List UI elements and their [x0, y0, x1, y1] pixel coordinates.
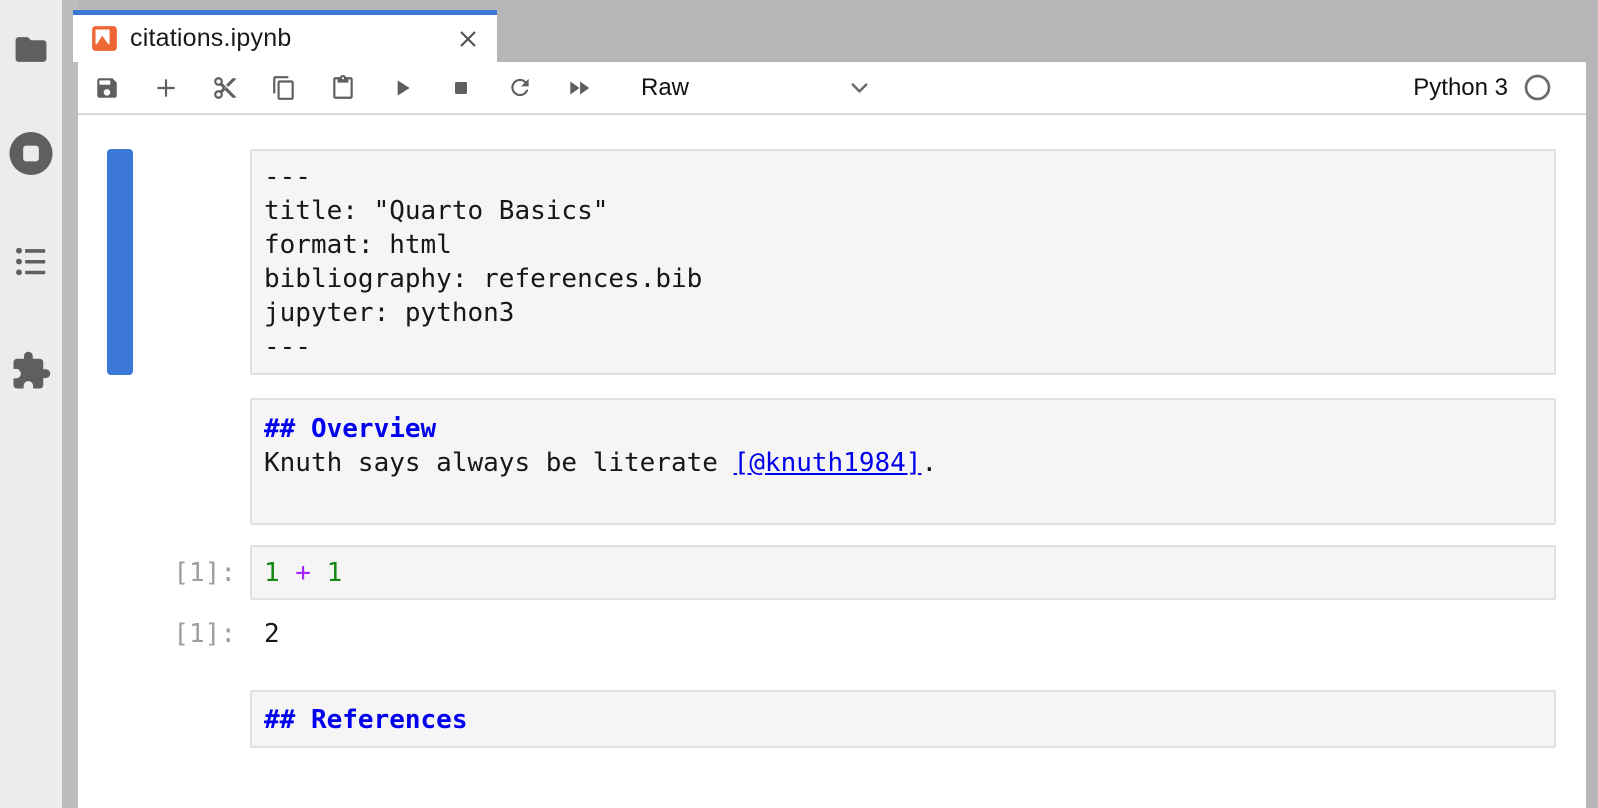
code-line: bibliography: references.bib — [264, 262, 1542, 296]
code-line: 1 + 1 — [264, 556, 1542, 590]
output-prompt: [1]: — [78, 617, 236, 651]
close-icon — [456, 27, 480, 51]
markdown-cell-references[interactable]: ## References — [250, 690, 1556, 748]
right-edge-strip — [1586, 0, 1598, 808]
plus-icon — [153, 75, 179, 101]
tab-citations-ipynb[interactable]: citations.ipynb — [73, 10, 497, 62]
scissors-icon — [212, 74, 238, 102]
restart-run-all-button[interactable] — [566, 75, 592, 101]
tab-close-button[interactable] — [455, 26, 481, 52]
notebook-panel[interactable]: --- title: "Quarto Basics" format: html … — [78, 115, 1586, 808]
file-browser-icon[interactable] — [13, 31, 50, 68]
markdown-text: . — [921, 448, 937, 478]
kernel-status-icon[interactable] — [1524, 74, 1551, 101]
notebook-toolbar: Raw Python 3 — [78, 62, 1586, 115]
extensions-icon[interactable] — [10, 350, 52, 392]
code-cell-input[interactable]: 1 + 1 — [250, 545, 1556, 600]
restart-kernel-button[interactable] — [507, 75, 533, 101]
markdown-heading: ## References — [264, 703, 1542, 737]
cut-cells-button[interactable] — [212, 75, 238, 101]
output-value: 2 — [264, 617, 280, 651]
code-line: jupyter: python3 — [264, 296, 1542, 330]
citation-link[interactable]: [@knuth1984] — [734, 448, 922, 478]
code-line: title: "Quarto Basics" — [264, 194, 1542, 228]
notebook-file-icon — [91, 25, 118, 52]
restart-icon — [507, 74, 533, 101]
code-line: format: html — [264, 228, 1542, 262]
raw-cell-yaml[interactable]: --- title: "Quarto Basics" format: html … — [250, 149, 1556, 375]
execution-count-prompt: [1]: — [78, 556, 236, 590]
save-icon — [94, 75, 120, 101]
sidebar-divider[interactable] — [62, 0, 78, 808]
chevron-down-icon — [848, 76, 871, 99]
number-token: 1 — [327, 558, 343, 588]
main-panel: citations.ipynb — [78, 0, 1586, 808]
paste-icon — [330, 75, 356, 101]
stop-icon — [448, 75, 474, 101]
run-icon — [389, 74, 415, 102]
fast-forward-icon — [566, 74, 592, 102]
dock-tab-bar: citations.ipynb — [78, 0, 1586, 62]
active-cell-collapser[interactable] — [107, 149, 133, 375]
markdown-text: Knuth says always be literate — [264, 448, 734, 478]
markdown-heading: ## Overview — [264, 412, 1542, 446]
markdown-body: Knuth says always be literate [@knuth198… — [264, 446, 1542, 480]
tab-title: citations.ipynb — [130, 24, 291, 53]
copy-icon — [271, 75, 297, 101]
markdown-cell-overview[interactable]: ## Overview Knuth says always be literat… — [250, 398, 1556, 525]
copy-cells-button[interactable] — [271, 75, 297, 101]
number-token: 1 — [264, 558, 280, 588]
interrupt-kernel-button[interactable] — [448, 75, 474, 101]
paste-cells-button[interactable] — [330, 75, 356, 101]
table-of-contents-icon[interactable] — [13, 243, 50, 280]
cell-type-dropdown[interactable]: Raw — [641, 74, 871, 102]
code-line: --- — [264, 330, 1542, 364]
save-button[interactable] — [94, 75, 120, 101]
running-sessions-icon[interactable] — [8, 130, 55, 177]
code-line: --- — [264, 160, 1542, 194]
insert-cell-button[interactable] — [153, 75, 179, 101]
kernel-name[interactable]: Python 3 — [1413, 74, 1508, 102]
cell-type-selected: Raw — [641, 74, 689, 102]
activity-sidebar — [0, 0, 62, 808]
run-cell-button[interactable] — [389, 75, 415, 101]
kernel-indicator: Python 3 — [1413, 74, 1586, 102]
jupyterlab-window: citations.ipynb — [0, 0, 1598, 808]
operator-token: + — [280, 558, 327, 588]
